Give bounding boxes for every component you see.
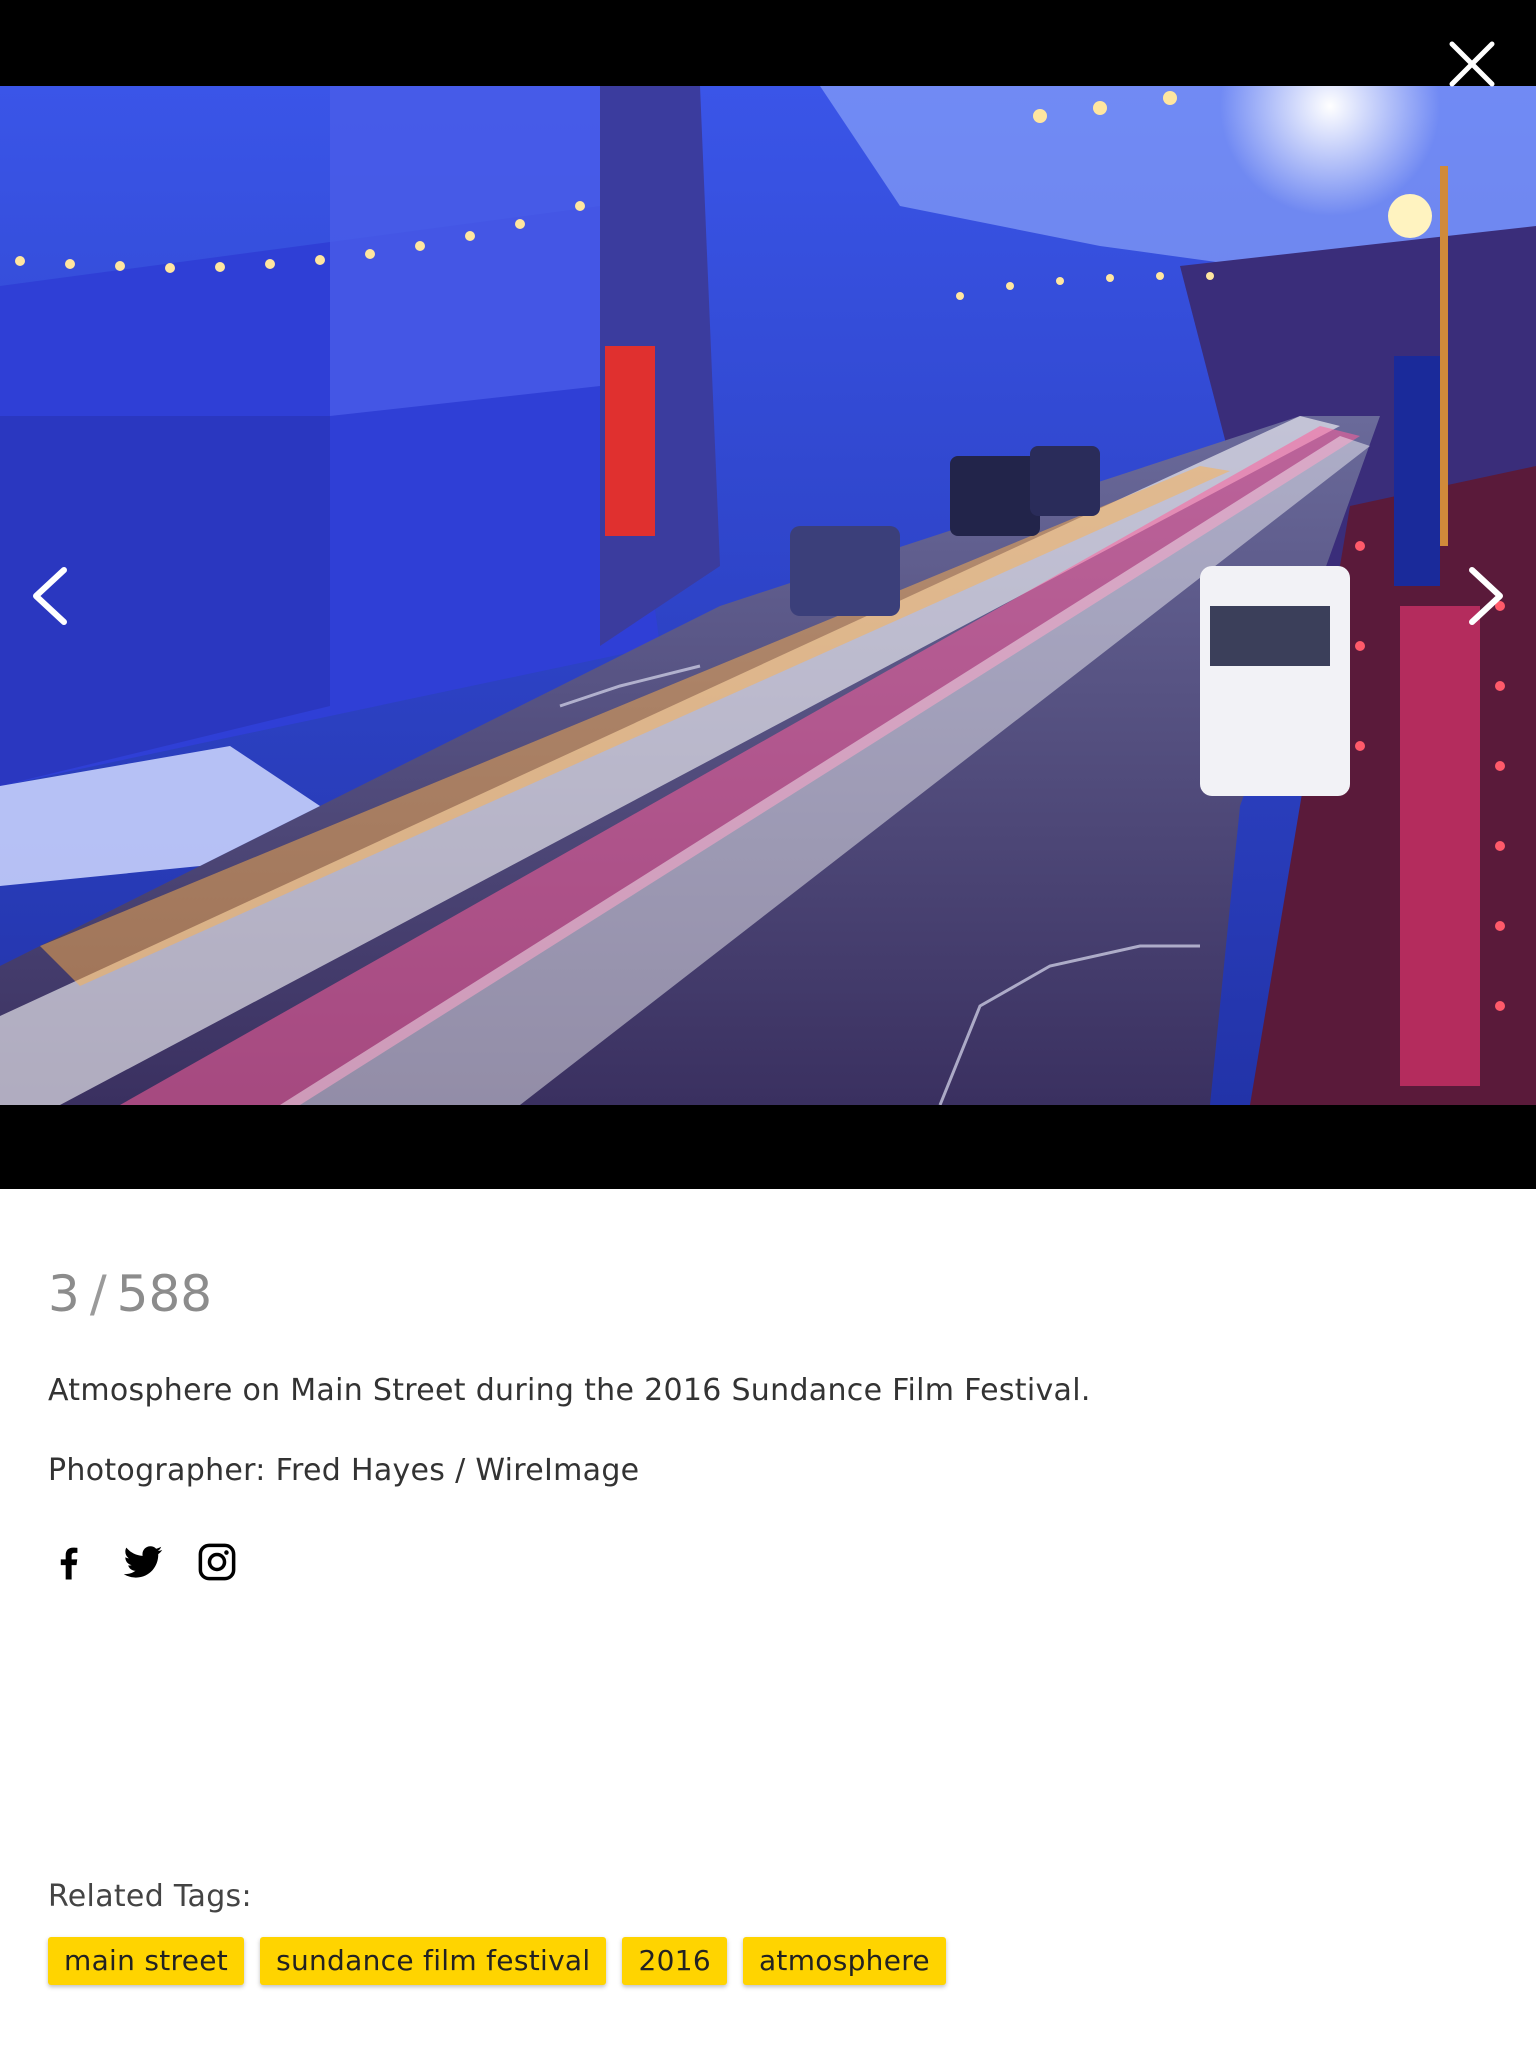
tag-2016[interactable]: 2016 bbox=[622, 1937, 727, 1985]
chevron-left-icon bbox=[33, 567, 67, 625]
social-share-bar bbox=[48, 1541, 238, 1583]
chevron-right-icon bbox=[1469, 567, 1503, 625]
current-photo-number: 3 bbox=[48, 1265, 80, 1323]
facebook-share-button[interactable] bbox=[48, 1541, 90, 1583]
facebook-icon bbox=[60, 1547, 78, 1580]
close-icon bbox=[1449, 41, 1495, 87]
photo-viewer bbox=[0, 0, 1536, 1189]
photo-counter: 3/588 bbox=[48, 1265, 212, 1323]
counter-separator: / bbox=[89, 1265, 107, 1323]
photographer-name: Fred Hayes / WireImage bbox=[275, 1453, 640, 1488]
photo-credit: Photographer: Fred Hayes / WireImage bbox=[48, 1453, 639, 1488]
photographer-label: Photographer: bbox=[48, 1453, 266, 1488]
photo-caption: Atmosphere on Main Street during the 201… bbox=[48, 1373, 1091, 1408]
instagram-share-button[interactable] bbox=[196, 1541, 238, 1583]
tag-main-street[interactable]: main street bbox=[48, 1937, 245, 1985]
next-photo-button[interactable] bbox=[1454, 560, 1514, 632]
tag-atmosphere[interactable]: atmosphere bbox=[742, 1937, 946, 1985]
twitter-icon bbox=[123, 1546, 163, 1578]
close-button[interactable] bbox=[1444, 36, 1500, 92]
instagram-icon bbox=[198, 1543, 236, 1581]
total-photo-count: 588 bbox=[116, 1265, 213, 1323]
gallery-photo bbox=[0, 86, 1536, 1105]
previous-photo-button[interactable] bbox=[22, 560, 82, 632]
related-tags-label: Related Tags: bbox=[48, 1879, 252, 1914]
photo-gallery-page: 3/588 Atmosphere on Main Street during t… bbox=[0, 0, 1536, 2048]
related-tags-list: main street sundance film festival 2016 … bbox=[48, 1937, 946, 1985]
twitter-share-button[interactable] bbox=[122, 1541, 164, 1583]
tag-sundance-film-festival[interactable]: sundance film festival bbox=[260, 1937, 607, 1985]
